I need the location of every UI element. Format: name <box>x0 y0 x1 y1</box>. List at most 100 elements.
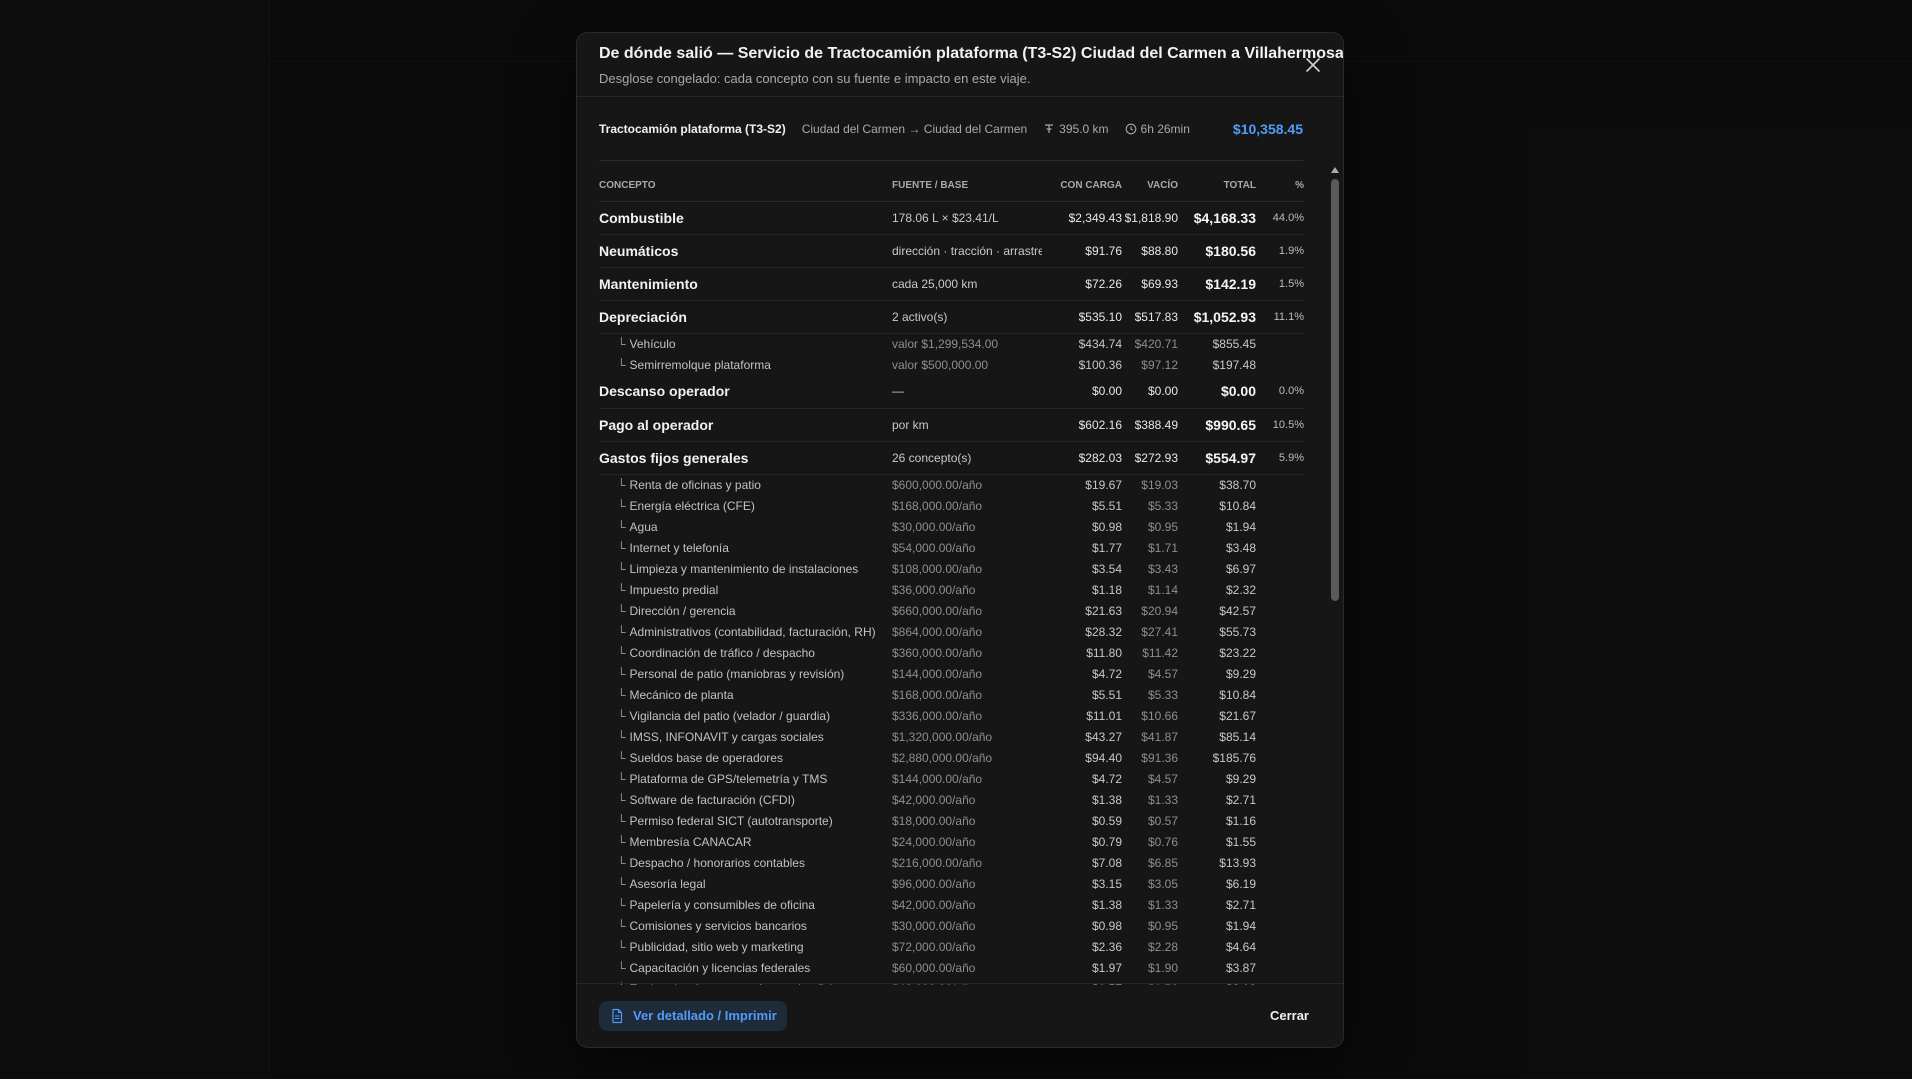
cost-row: Combustible 178.06 L × $23.41/L $2,349.43 $… <box>599 201 1304 235</box>
row-total: $55.73 <box>1219 624 1256 639</box>
row-concept-label: Vehículo <box>629 336 676 351</box>
row-concept: Pago al operador <box>599 408 892 442</box>
row-source: por km <box>892 408 1042 442</box>
row-concept: └ Dirección / gerencia <box>599 600 892 621</box>
row-concept: └ Vigilancia del patio (velador / guardia… <box>599 705 892 726</box>
scroll-up-arrow-icon[interactable] <box>1331 167 1339 173</box>
cost-subrow: └ Publicidad, sitio web y marketing $72,00… <box>599 936 1304 957</box>
row-con-carga: $4.72 <box>1091 666 1122 681</box>
row-vacio: $0.57 <box>1147 813 1178 828</box>
row-source: 178.06 L × $23.41/L <box>892 201 1042 235</box>
row-source: $18,000.00/año <box>892 813 976 828</box>
view-detail-print-button[interactable]: Ver detallado / Imprimir <box>599 1000 787 1031</box>
row-source: $60,000.00/año <box>892 960 976 975</box>
row-concept-label: Vigilancia del patio (velador / guardia) <box>629 708 831 723</box>
row-con-carga: $3.15 <box>1091 876 1122 891</box>
row-source: $24,000.00/año <box>892 834 976 849</box>
tree-branch-icon: └ <box>617 666 626 681</box>
trip-duration-value: 6h 26min <box>1140 121 1190 136</box>
row-total: $554.97 <box>1178 441 1256 475</box>
row-total: $4,168.33 <box>1178 201 1256 235</box>
tree-branch-icon: └ <box>617 582 626 597</box>
tree-branch-icon: └ <box>617 519 626 534</box>
row-concept-label: Energía eléctrica (CFE) <box>629 498 755 513</box>
trip-distance: 395.0 km <box>1043 122 1109 136</box>
row-source: $96,000.00/año <box>892 876 976 891</box>
row-total: $185.76 <box>1212 750 1256 765</box>
row-vacio: $88.80 <box>1122 234 1178 268</box>
row-concept-label: Semirremolque plataforma <box>629 357 771 372</box>
row-vacio: $3.43 <box>1147 561 1178 576</box>
row-vacio: $0.95 <box>1147 519 1178 534</box>
tree-branch-icon: └ <box>617 708 626 723</box>
cost-subrow: └ Capacitación y licencias federales $60,0… <box>599 957 1304 978</box>
row-total: $10.84 <box>1219 687 1256 702</box>
cost-subrow: └ Energía eléctrica (CFE) $168,000.00/año $… <box>599 495 1304 516</box>
row-concept: └ Impuesto predial <box>599 579 892 600</box>
row-con-carga: $434.74 <box>1078 336 1122 351</box>
row-vacio: $97.12 <box>1141 357 1178 372</box>
row-concept: └ Internet y telefonía <box>599 537 892 558</box>
row-total: $85.14 <box>1219 729 1256 744</box>
cost-row: Pago al operador por km $602.16 $388.49 $990… <box>599 408 1304 442</box>
row-total: $10.84 <box>1219 498 1256 513</box>
close-icon[interactable] <box>1301 53 1325 77</box>
row-vacio: $1.14 <box>1147 582 1178 597</box>
cost-row: Descanso operador — $0.00 $0.00 $0.00 0.0% <box>599 375 1304 409</box>
row-total: $990.65 <box>1178 408 1256 442</box>
row-concept-label: Internet y telefonía <box>629 540 729 555</box>
close-button[interactable]: Cerrar <box>1270 1008 1321 1023</box>
row-con-carga: $535.10 <box>1042 300 1122 334</box>
row-vacio: $5.33 <box>1147 687 1178 702</box>
row-source: $2,880,000.00/año <box>892 750 993 765</box>
row-concept-label: Impuesto predial <box>629 582 719 597</box>
row-vacio: $5.33 <box>1147 498 1178 513</box>
cost-subrow: └ Sueldos base de operadores $2,880,000.00… <box>599 747 1304 768</box>
modal-title: De dónde salió — Servicio de Tractocamió… <box>599 45 1344 62</box>
tree-branch-icon: └ <box>617 813 626 828</box>
tree-branch-icon: └ <box>617 624 626 639</box>
row-percent <box>1256 663 1304 684</box>
vertical-scrollbar[interactable] <box>1329 163 1341 985</box>
row-vacio: $27.41 <box>1141 624 1178 639</box>
row-concept: └ Permiso federal SICT (autotransporte) <box>599 810 892 831</box>
cost-row: Mantenimiento cada 25,000 km $72.26 $69.93 $… <box>599 267 1304 301</box>
row-concept-label: Permiso federal SICT (autotransporte) <box>629 813 833 828</box>
tree-branch-icon: └ <box>617 834 626 849</box>
cost-subrow: └ Agua $30,000.00/año $0.98 $0.95 $1.94 <box>599 516 1304 537</box>
row-concept: Mantenimiento <box>599 267 892 301</box>
row-total: $23.22 <box>1219 645 1256 660</box>
row-vacio: $91.36 <box>1141 750 1178 765</box>
cost-subrow: └ Mecánico de planta $168,000.00/año $5.51 $… <box>599 684 1304 705</box>
row-percent: 1.5% <box>1256 267 1304 301</box>
cost-subrow: └ Internet y telefonía $54,000.00/año $1.77… <box>599 537 1304 558</box>
row-source: $30,000.00/año <box>892 519 976 534</box>
row-concept: Neumáticos <box>599 234 892 268</box>
row-vacio: $19.03 <box>1141 477 1178 492</box>
scroll-thumb[interactable] <box>1331 179 1339 601</box>
row-total: $38.70 <box>1219 477 1256 492</box>
row-concept-label: Capacitación y licencias federales <box>629 960 811 975</box>
row-percent <box>1256 789 1304 810</box>
row-concept: Gastos fijos generales <box>599 441 892 475</box>
modal-body[interactable]: Tractocamión plataforma (T3-S2) Ciudad d… <box>577 97 1343 985</box>
row-source: cada 25,000 km <box>892 267 1042 301</box>
row-percent <box>1256 684 1304 705</box>
row-total: $3.48 <box>1225 540 1256 555</box>
row-concept: └ Semirremolque plataforma <box>599 354 892 375</box>
row-vacio: $272.93 <box>1122 441 1178 475</box>
row-total: $1.94 <box>1225 519 1256 534</box>
row-concept: └ Limpieza y mantenimiento de instalacion… <box>599 558 892 579</box>
row-source: $42,000.00/año <box>892 792 976 807</box>
road-icon <box>1045 123 1054 133</box>
column-header-concept: CONCEPTO <box>599 161 892 202</box>
row-concept-label: Despacho / honorarios contables <box>629 855 805 870</box>
cost-subrow: └ Software de facturación (CFDI) $42,000.0… <box>599 789 1304 810</box>
tree-branch-icon: └ <box>617 561 626 576</box>
cost-subrow: └ Plataforma de GPS/telemetría y TMS $144,… <box>599 768 1304 789</box>
column-header-source: FUENTE / BASE <box>892 161 1042 202</box>
row-percent <box>1256 831 1304 852</box>
row-source: $600,000.00/año <box>892 477 983 492</box>
row-percent: 1.9% <box>1256 234 1304 268</box>
row-percent <box>1256 726 1304 747</box>
